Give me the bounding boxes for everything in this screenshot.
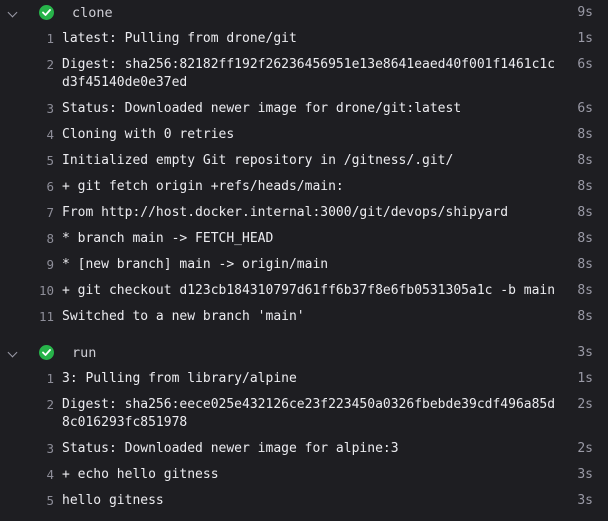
success-check-icon [39, 5, 54, 20]
log-text: * branch main -> FETCH_HEAD [62, 231, 274, 246]
log-text: Initialized empty Git repository in /git… [62, 153, 454, 168]
step-duration: 9s [577, 5, 593, 20]
log-text: + git fetch origin +refs/heads/main: [62, 179, 344, 194]
step-header-clone[interactable]: clone 9s [0, 0, 608, 26]
log-line: 2 Digest: sha256:eece025e432126ce23f2234… [0, 392, 608, 436]
line-number: 3 [46, 441, 54, 456]
line-time: 2s [577, 441, 593, 456]
line-number: 3 [46, 101, 54, 116]
log-text: + echo hello gitness [62, 467, 219, 482]
line-number: 2 [46, 397, 54, 412]
step-clone: clone 9s 1 latest: Pulling from drone/gi… [0, 0, 608, 330]
line-number: 7 [46, 205, 54, 220]
log-line: 4 Cloning with 0 retries 8s [0, 122, 608, 148]
log-line: 8 * branch main -> FETCH_HEAD 8s [0, 226, 608, 252]
log-text: Status: Downloaded newer image for drone… [62, 101, 462, 116]
line-time: 8s [577, 231, 593, 246]
line-time: 8s [577, 257, 593, 272]
step-duration: 3s [577, 345, 593, 360]
line-number: 1 [46, 371, 54, 386]
line-number: 2 [46, 57, 54, 72]
line-time: 8s [577, 283, 593, 298]
line-time: 3s [577, 493, 593, 508]
log-line: 5 hello gitness 3s [0, 488, 608, 514]
line-number: 1 [46, 31, 54, 46]
log-text: + git checkout d123cb184310797d61ff6b37f… [62, 283, 556, 298]
chevron-down-icon[interactable] [7, 347, 18, 358]
log-text: From http://host.docker.internal:3000/gi… [62, 205, 509, 220]
line-number: 6 [46, 179, 54, 194]
log-text: Digest: sha256:82182ff192f26236456951e13… [62, 57, 556, 90]
log-line: 10 + git checkout d123cb184310797d61ff6b… [0, 278, 608, 304]
log-line: 3 Status: Downloaded newer image for dro… [0, 96, 608, 122]
log-line: 4 + echo hello gitness 3s [0, 462, 608, 488]
step-name: clone [72, 5, 113, 21]
line-time: 6s [577, 101, 593, 116]
log-line: 3 Status: Downloaded newer image for alp… [0, 436, 608, 462]
step-run: run 3s 1 3: Pulling from library/alpine … [0, 340, 608, 514]
line-time: 2s [577, 397, 593, 412]
line-number: 10 [38, 283, 54, 298]
log-text: Cloning with 0 retries [62, 127, 235, 142]
log-text: Status: Downloaded newer image for alpin… [62, 441, 399, 456]
log-line: 7 From http://host.docker.internal:3000/… [0, 200, 608, 226]
line-time: 1s [577, 31, 593, 46]
line-time: 8s [577, 153, 593, 168]
chevron-down-icon[interactable] [7, 7, 18, 18]
line-number: 5 [46, 493, 54, 508]
line-number: 8 [46, 231, 54, 246]
log-line: 1 latest: Pulling from drone/git 1s [0, 26, 608, 52]
log-text: latest: Pulling from drone/git [62, 31, 297, 46]
line-time: 3s [577, 467, 593, 482]
line-number: 4 [46, 127, 54, 142]
log-line: 2 Digest: sha256:82182ff192f26236456951e… [0, 52, 608, 96]
line-time: 8s [577, 205, 593, 220]
build-log-panel: clone 9s 1 latest: Pulling from drone/gi… [0, 0, 608, 521]
log-line: 5 Initialized empty Git repository in /g… [0, 148, 608, 174]
success-check-icon [39, 345, 54, 360]
log-text: * [new branch] main -> origin/main [62, 257, 329, 272]
line-number: 9 [46, 257, 54, 272]
line-time: 8s [577, 127, 593, 142]
line-time: 8s [577, 309, 593, 324]
line-number: 4 [46, 467, 54, 482]
line-time: 6s [577, 57, 593, 72]
line-number: 11 [38, 309, 54, 324]
step-header-run[interactable]: run 3s [0, 340, 608, 366]
log-text: 3: Pulling from library/alpine [62, 371, 297, 386]
log-line: 11 Switched to a new branch 'main' 8s [0, 304, 608, 330]
log-text: Switched to a new branch 'main' [62, 309, 305, 324]
log-text: Digest: sha256:eece025e432126ce23f223450… [62, 397, 556, 430]
log-line: 6 + git fetch origin +refs/heads/main: 8… [0, 174, 608, 200]
line-time: 8s [577, 179, 593, 194]
log-text: hello gitness [62, 493, 164, 508]
line-number: 5 [46, 153, 54, 168]
log-line: 1 3: Pulling from library/alpine 1s [0, 366, 608, 392]
line-time: 1s [577, 371, 593, 386]
step-name: run [72, 345, 97, 361]
log-line: 9 * [new branch] main -> origin/main 8s [0, 252, 608, 278]
